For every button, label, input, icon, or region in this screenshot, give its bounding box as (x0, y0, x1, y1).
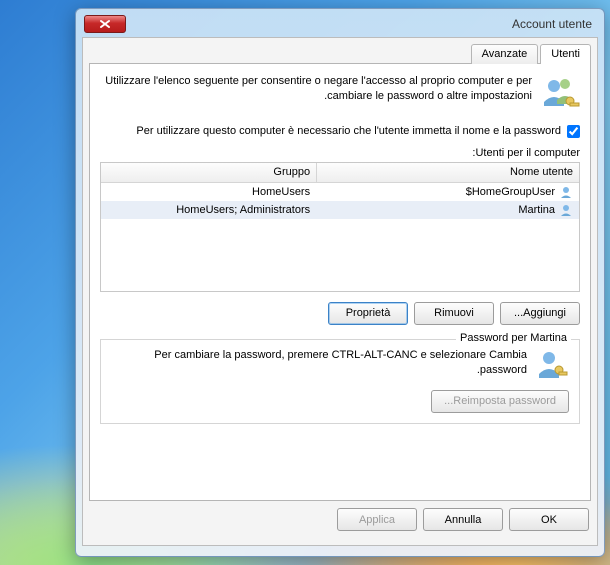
window-title: Account utente (512, 17, 592, 31)
row-name: HomeGroupUser$ (466, 186, 555, 198)
row-group: HomeUsers; Administrators (101, 201, 316, 219)
users-keys-icon (540, 74, 580, 114)
dialog-window: Account utente Utenti Avanzate (75, 8, 605, 557)
description-text: Utilizzare l'elenco seguente per consent… (100, 74, 532, 104)
require-credentials-label: Per utilizzare questo computer è necessa… (136, 124, 561, 139)
column-name[interactable]: Nome utente (316, 163, 579, 182)
user-icon (559, 203, 573, 217)
user-key-icon (535, 348, 569, 382)
row-group: HomeUsers (101, 183, 316, 201)
password-groupbox-title: Password per Martina (456, 332, 571, 344)
close-icon (99, 19, 111, 29)
users-list-label: Utenti per il computer: (100, 147, 580, 159)
require-credentials-checkbox[interactable] (567, 125, 580, 138)
reset-password-button[interactable]: Reimposta password... (431, 390, 569, 413)
ok-button[interactable]: OK (509, 508, 589, 531)
list-row[interactable]: Martina HomeUsers; Administrators (101, 201, 579, 219)
apply-button[interactable]: Applica (337, 508, 417, 531)
listview-header: Nome utente Gruppo (101, 163, 579, 183)
add-button[interactable]: Aggiungi... (500, 302, 580, 325)
properties-button[interactable]: Proprietà (328, 302, 408, 325)
password-groupbox: Password per Martina Per cambiare la pas… (100, 339, 580, 424)
tab-users[interactable]: Utenti (540, 44, 591, 64)
close-button[interactable] (84, 15, 126, 33)
list-row[interactable]: HomeGroupUser$ HomeUsers (101, 183, 579, 201)
title-bar: Account utente (82, 15, 598, 37)
dialog-buttons: OK Annulla Applica (89, 501, 591, 535)
users-listview[interactable]: Nome utente Gruppo HomeGroupUser$ HomeUs… (100, 162, 580, 292)
tab-advanced[interactable]: Avanzate (471, 44, 539, 64)
password-instructions: Per cambiare la password, premere CTRL-A… (111, 348, 527, 378)
dialog-body: Utenti Avanzate Utilizzare l'elenco segu… (82, 37, 598, 546)
column-group[interactable]: Gruppo (101, 163, 316, 182)
remove-button[interactable]: Rimuovi (414, 302, 494, 325)
user-icon (559, 185, 573, 199)
cancel-button[interactable]: Annulla (423, 508, 503, 531)
tab-panel-users: Utilizzare l'elenco seguente per consent… (89, 63, 591, 501)
tab-strip: Utenti Avanzate (92, 44, 591, 64)
row-name: Martina (518, 204, 555, 216)
